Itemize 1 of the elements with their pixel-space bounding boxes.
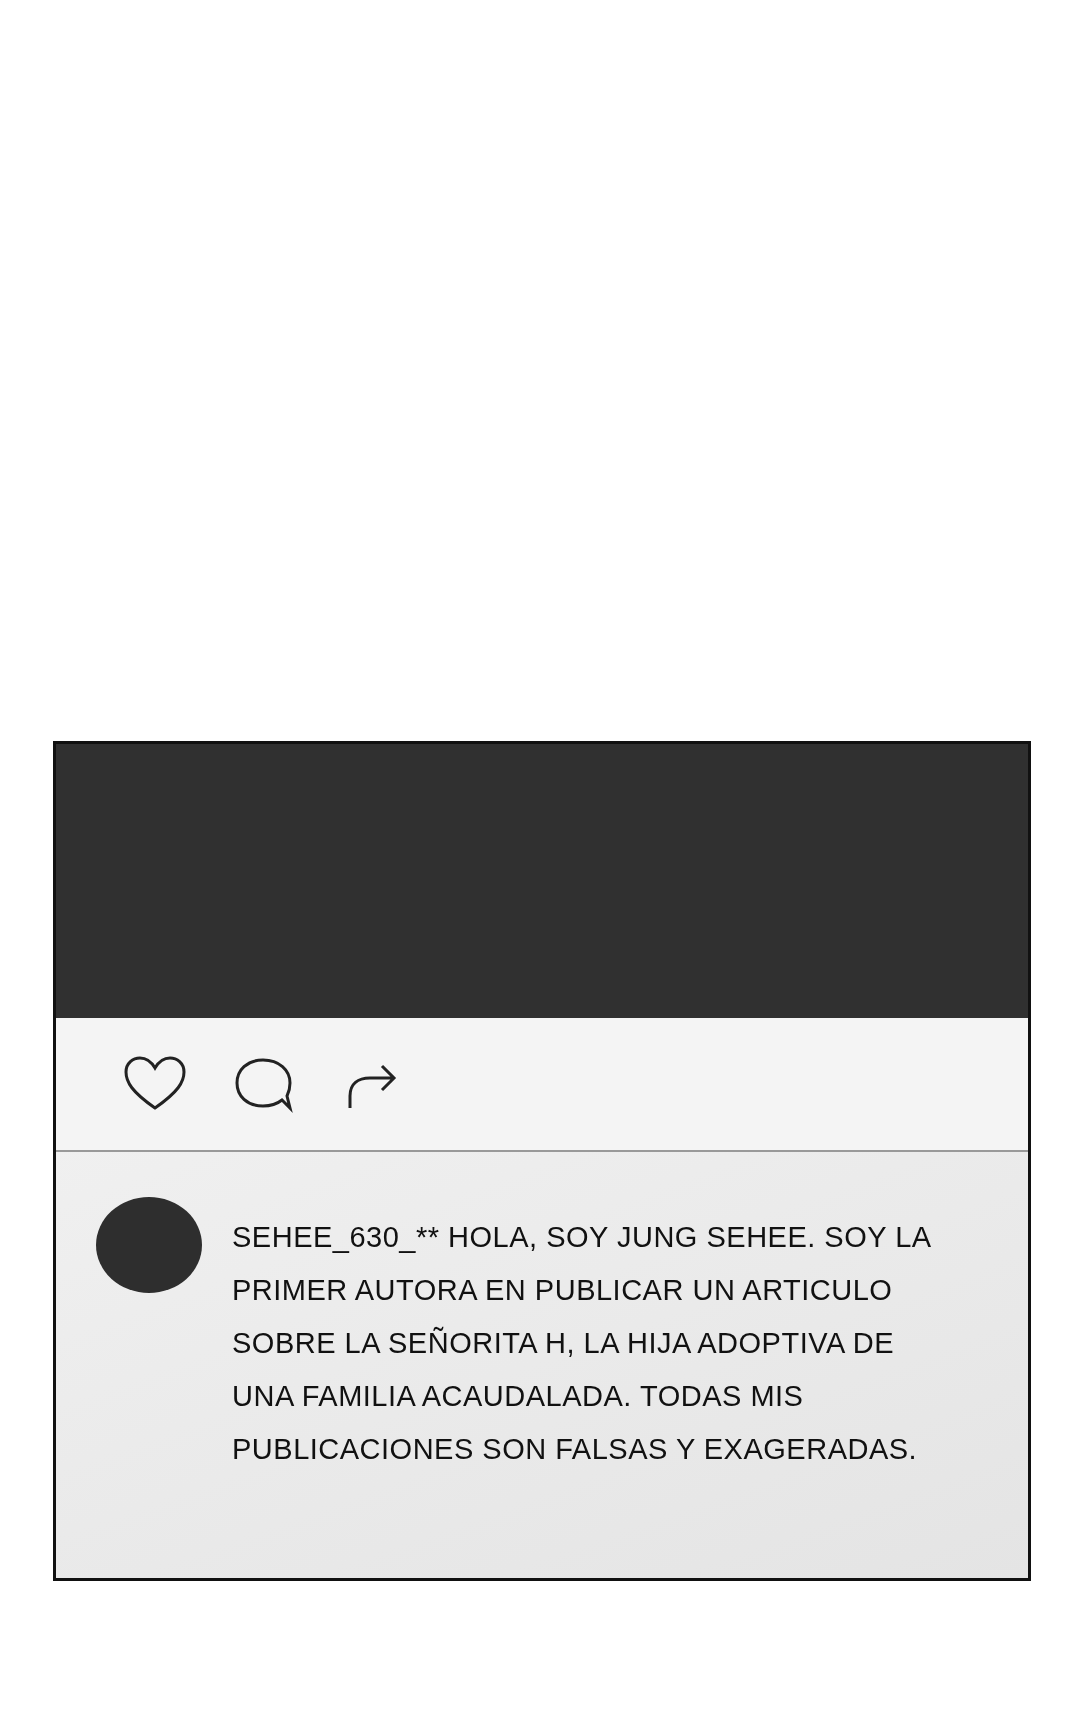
comment-text: SEHEE_630_** HOLA, SOY JUNG SEHEE. SOY LA PRIMER AUTORA EN PUBLICAR UN ARTICULO SOBRE LA SEÑORITA H, LA HIJA ADOPTIVA DE UNA FAMILIA ACAUDALADA. TODAS MIS PUBLICACIONES SON FALSAS Y EXAGERADAS. [232,1220,932,1467]
